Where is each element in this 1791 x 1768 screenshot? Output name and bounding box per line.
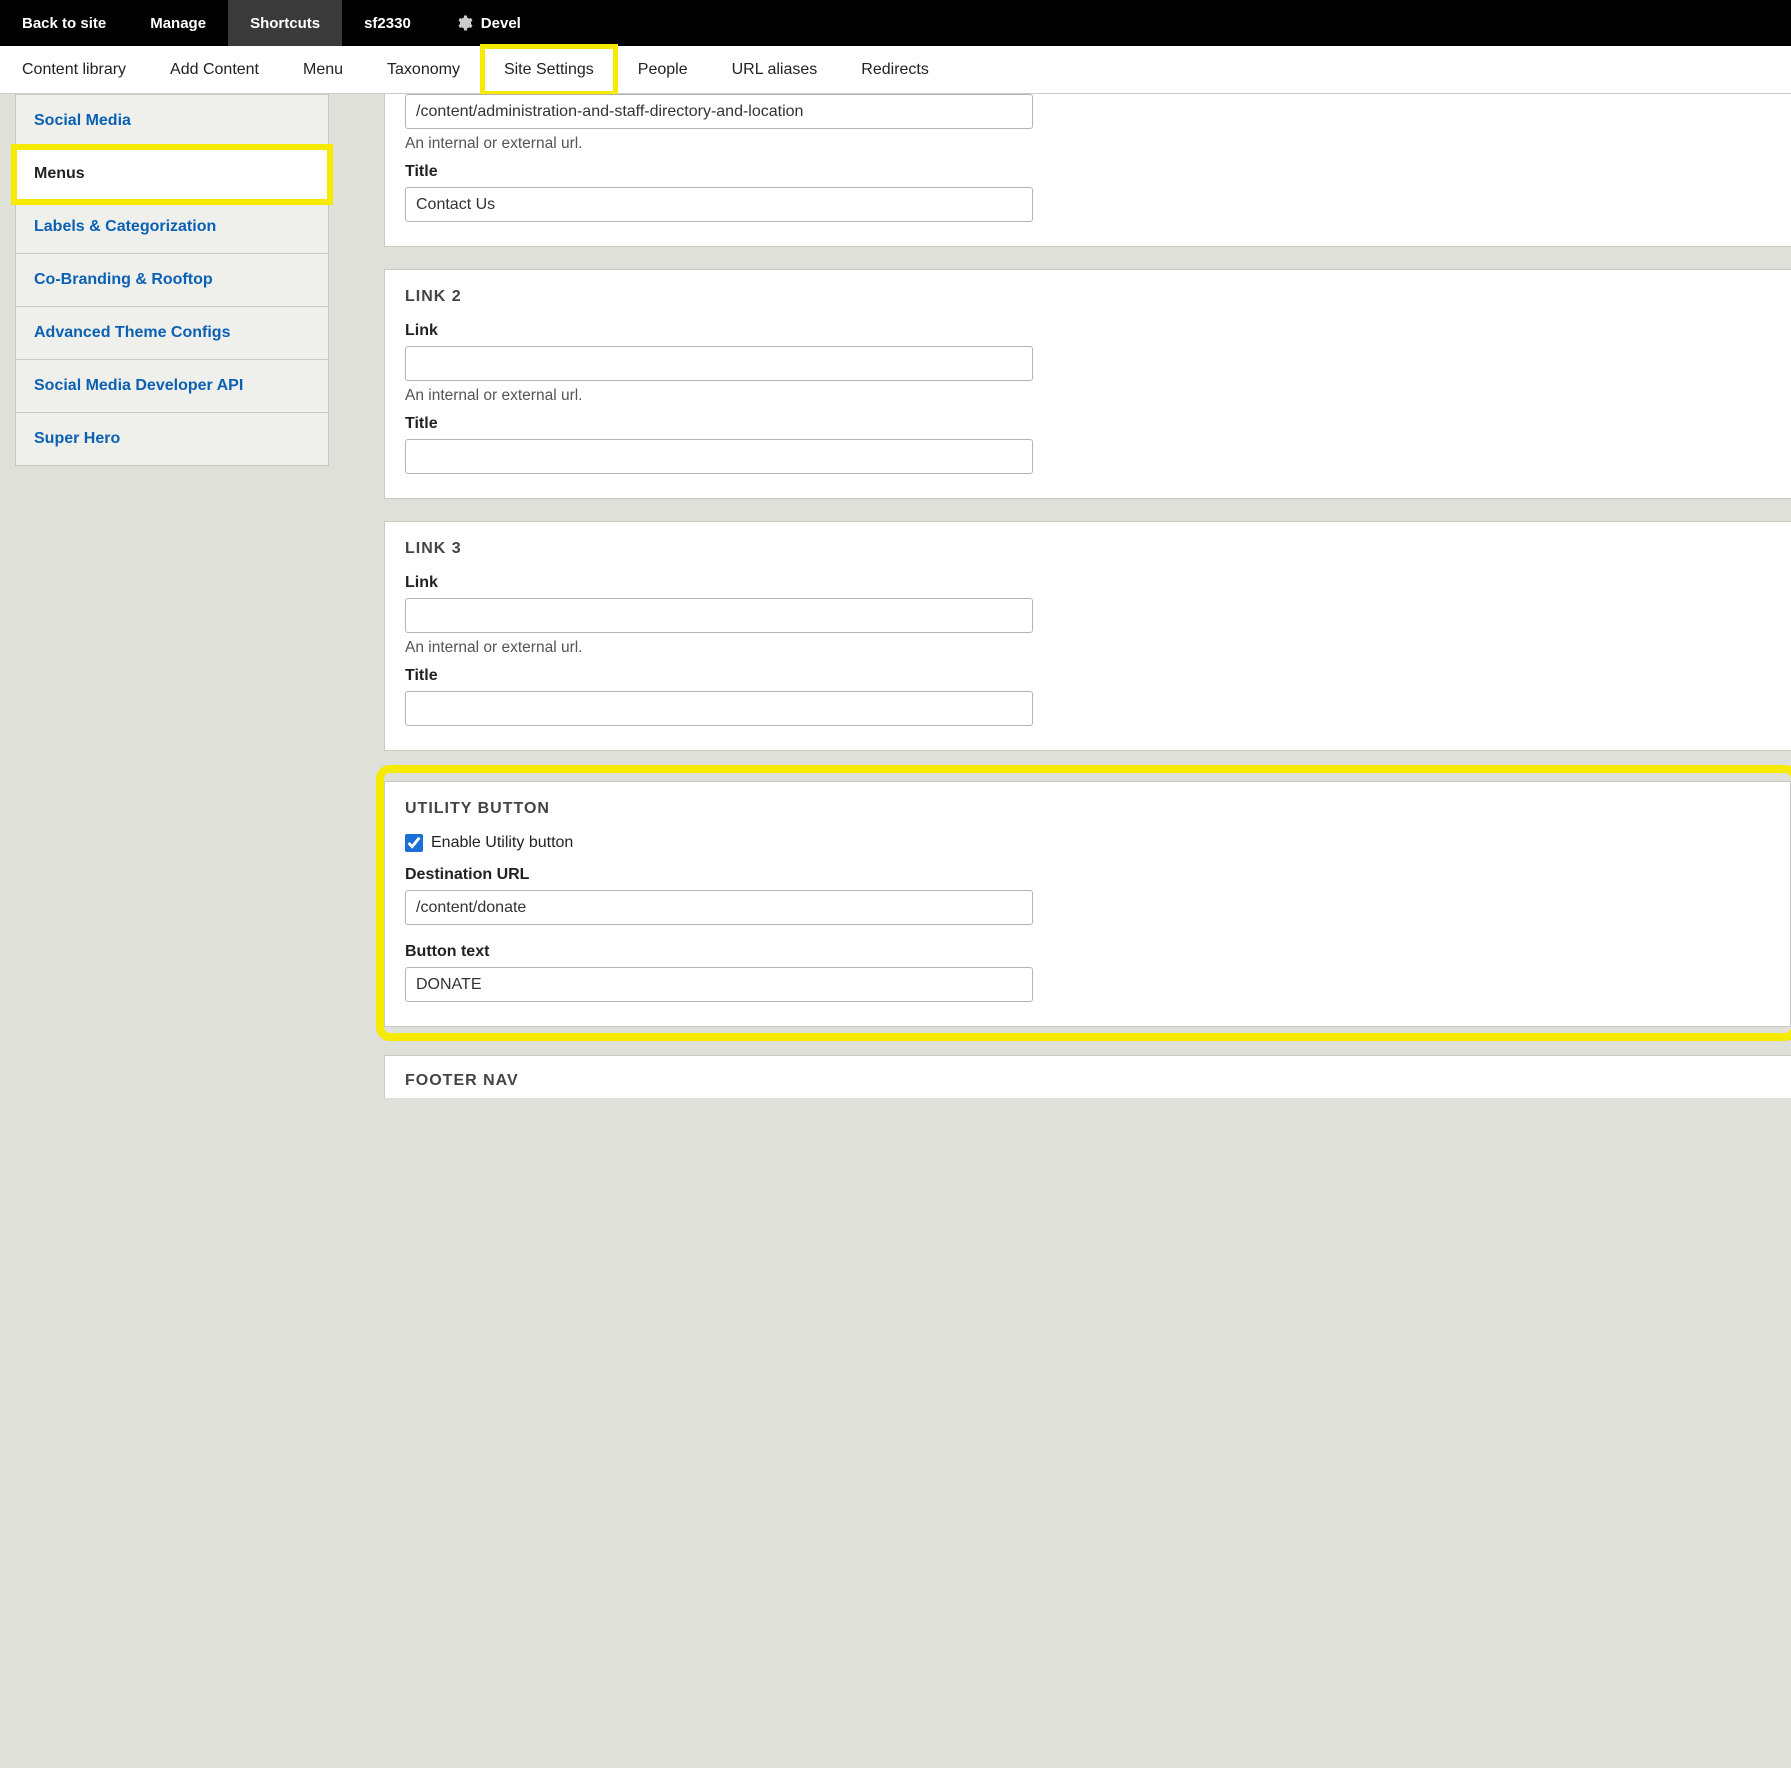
utility-btn-input[interactable] <box>405 967 1033 1002</box>
link1-link-help: An internal or external url. <box>405 135 1771 153</box>
nav-site-settings[interactable]: Site Settings <box>482 46 616 94</box>
nav-menu[interactable]: Menu <box>281 46 365 94</box>
site-id-label[interactable]: sf2330 <box>342 0 433 46</box>
utility-highlight-wrap: UTILITY BUTTON Enable Utility button Des… <box>384 773 1791 1033</box>
nav-content-library[interactable]: Content library <box>0 46 148 94</box>
manage-link[interactable]: Manage <box>128 0 228 46</box>
link3-title-label: Title <box>405 667 1771 685</box>
link2-link-label: Link <box>405 322 1771 340</box>
link3-panel: LINK 3 Link An internal or external url.… <box>384 521 1791 751</box>
link3-link-help: An internal or external url. <box>405 639 1771 657</box>
utility-enable-label: Enable Utility button <box>431 834 573 852</box>
devel-label: Devel <box>481 15 521 32</box>
sidebar-item-social-media[interactable]: Social Media <box>15 94 329 148</box>
link3-title-input[interactable] <box>405 691 1033 726</box>
nav-taxonomy[interactable]: Taxonomy <box>365 46 482 94</box>
utility-dest-label: Destination URL <box>405 866 1770 884</box>
nav-people[interactable]: People <box>616 46 710 94</box>
main-content: An internal or external url. Title LINK … <box>329 94 1791 1138</box>
footer-nav-title: FOOTER NAV <box>405 1072 1771 1090</box>
link2-panel: LINK 2 Link An internal or external url.… <box>384 269 1791 499</box>
link2-panel-title: LINK 2 <box>405 288 1771 306</box>
link2-link-input[interactable] <box>405 346 1033 381</box>
utility-enable-row[interactable]: Enable Utility button <box>405 834 1770 852</box>
utility-btn-label: Button text <box>405 943 1770 961</box>
nav-url-aliases[interactable]: URL aliases <box>710 46 840 94</box>
link2-title-input[interactable] <box>405 439 1033 474</box>
link1-title-input[interactable] <box>405 187 1033 222</box>
nav-add-content[interactable]: Add Content <box>148 46 281 94</box>
link1-link-input[interactable] <box>405 94 1033 129</box>
sidebar-item-menus[interactable]: Menus <box>15 148 329 201</box>
nav-redirects[interactable]: Redirects <box>839 46 951 94</box>
sidebar-item-advanced[interactable]: Advanced Theme Configs <box>15 307 329 360</box>
utility-panel-title: UTILITY BUTTON <box>405 800 1770 818</box>
link3-panel-title: LINK 3 <box>405 540 1771 558</box>
sidebar-item-super-hero[interactable]: Super Hero <box>15 413 329 466</box>
gear-icon <box>455 14 473 32</box>
utility-enable-checkbox[interactable] <box>405 834 423 852</box>
link3-link-label: Link <box>405 574 1771 592</box>
sidebar-item-dev-api[interactable]: Social Media Developer API <box>15 360 329 413</box>
secondary-nav: Content library Add Content Menu Taxonom… <box>0 46 1791 94</box>
link1-panel: An internal or external url. Title <box>384 94 1791 247</box>
admin-topbar: Back to site Manage Shortcuts sf2330 Dev… <box>0 0 1791 46</box>
settings-sidebar: Social Media Menus Labels & Categorizati… <box>15 94 329 466</box>
link3-link-input[interactable] <box>405 598 1033 633</box>
link2-title-label: Title <box>405 415 1771 433</box>
shortcuts-link[interactable]: Shortcuts <box>228 0 342 46</box>
utility-dest-input[interactable] <box>405 890 1033 925</box>
link2-link-help: An internal or external url. <box>405 387 1771 405</box>
sidebar-item-labels[interactable]: Labels & Categorization <box>15 201 329 254</box>
back-to-site-link[interactable]: Back to site <box>0 0 128 46</box>
utility-panel: UTILITY BUTTON Enable Utility button Des… <box>384 781 1791 1027</box>
link1-title-label: Title <box>405 163 1771 181</box>
sidebar-item-cobranding[interactable]: Co-Branding & Rooftop <box>15 254 329 307</box>
devel-link[interactable]: Devel <box>433 0 543 46</box>
footer-nav-panel: FOOTER NAV <box>384 1055 1791 1098</box>
